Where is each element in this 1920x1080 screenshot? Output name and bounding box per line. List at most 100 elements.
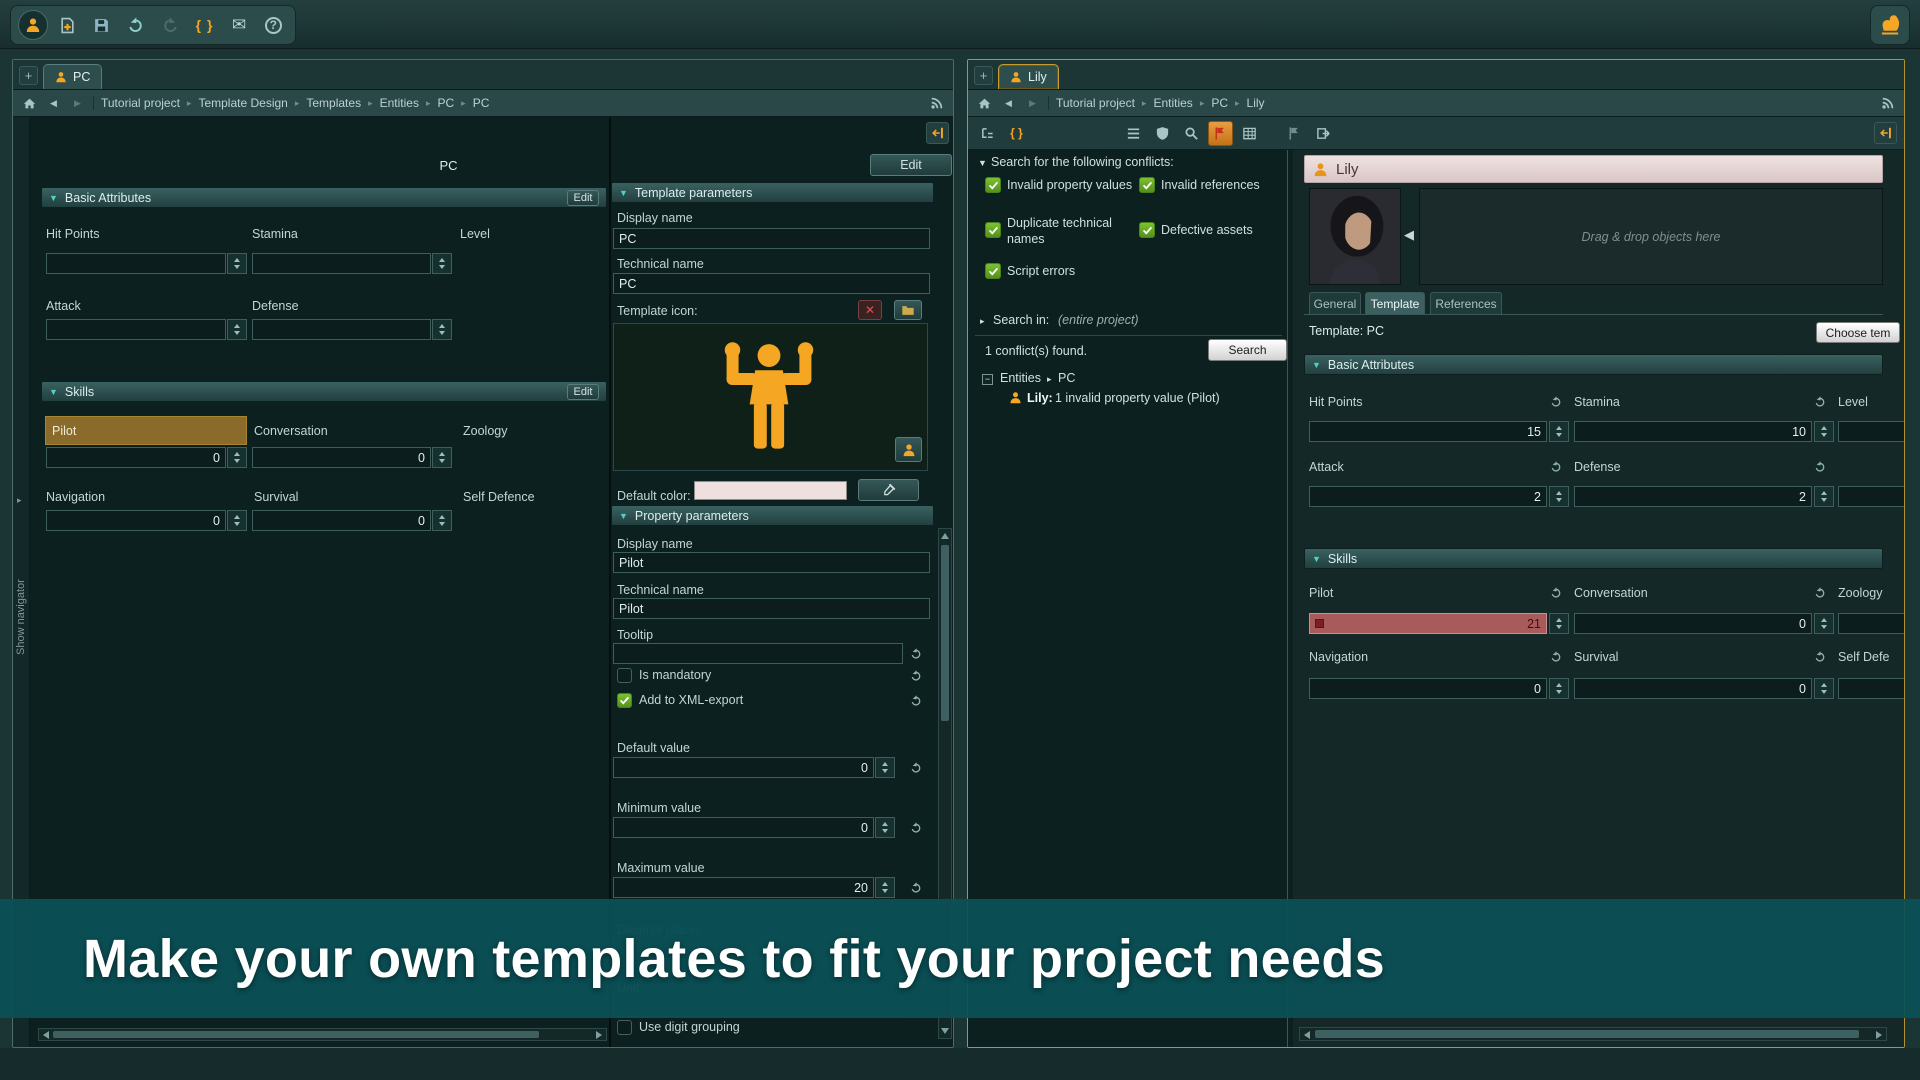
conflict-result-text[interactable]: 1 invalid property value (Pilot) (1055, 391, 1220, 407)
scroll-left-button[interactable] (43, 1031, 49, 1039)
reset-button[interactable] (1811, 649, 1828, 664)
breadcrumb-item[interactable]: PC (473, 96, 490, 110)
reset-button[interactable] (1547, 585, 1564, 600)
spinner-control[interactable] (227, 253, 247, 274)
spinner-control[interactable] (1549, 678, 1569, 699)
defense-input[interactable]: 2 (1574, 486, 1812, 507)
spinner-control[interactable] (432, 319, 452, 340)
zoology-input[interactable] (1838, 613, 1904, 634)
navigation-input[interactable]: 0 (46, 510, 226, 531)
defective-assets-checkbox[interactable] (1139, 222, 1155, 238)
breadcrumb-item[interactable]: PC (1211, 96, 1228, 110)
redo-button[interactable] (155, 9, 186, 41)
reset-button[interactable] (1547, 459, 1564, 474)
horizontal-scrollbar[interactable] (1299, 1027, 1887, 1041)
export-button[interactable] (1311, 121, 1336, 146)
feed-icon[interactable] (1879, 95, 1896, 112)
template-technical-name-input[interactable]: PC (613, 273, 930, 294)
scroll-up-button[interactable] (941, 533, 949, 539)
pilot-input-invalid[interactable]: 21 (1309, 613, 1547, 634)
defense-input[interactable] (252, 319, 431, 340)
basic-attributes-header[interactable]: ▼ Basic Attributes (1304, 354, 1883, 375)
auto-hide-pin-button[interactable] (1874, 122, 1897, 144)
xml-export-checkbox[interactable] (617, 693, 632, 708)
spinner-control[interactable] (875, 757, 895, 778)
search-scope-value[interactable]: (entire project) (1058, 313, 1139, 329)
marker-button[interactable] (1282, 121, 1307, 146)
expand-icon[interactable]: ▸ (980, 316, 985, 327)
maximum-value-input[interactable]: 20 (613, 877, 874, 898)
list-view-button[interactable] (1121, 121, 1146, 146)
feed-icon[interactable] (928, 95, 945, 112)
spinner-control[interactable] (1549, 486, 1569, 507)
survival-input[interactable]: 0 (1574, 678, 1812, 699)
tab-lily[interactable]: Lily (998, 64, 1059, 89)
spinner-control[interactable] (875, 817, 895, 838)
spinner-control[interactable] (875, 877, 895, 898)
hit-points-input[interactable]: 15 (1309, 421, 1547, 442)
reset-button[interactable] (907, 646, 924, 661)
help-button[interactable]: ? (258, 9, 289, 41)
property-display-name-input[interactable]: Pilot (613, 552, 930, 573)
edit-section-button[interactable]: Edit (567, 190, 599, 206)
reset-button[interactable] (907, 668, 924, 683)
breadcrumb-item[interactable]: Templates (306, 96, 361, 110)
tree-node-pc[interactable]: PC (1058, 371, 1075, 387)
breadcrumb-item[interactable]: Lily (1247, 96, 1265, 110)
save-button[interactable] (86, 9, 117, 41)
spinner-control[interactable] (1814, 486, 1834, 507)
home-button[interactable] (21, 95, 38, 112)
scroll-right-button[interactable] (1876, 1031, 1882, 1039)
template-display-name-input[interactable]: PC (613, 228, 930, 249)
collapse-icon[interactable]: ▼ (978, 158, 987, 168)
forward-button[interactable]: ▶ (1024, 95, 1041, 112)
reset-button[interactable] (907, 760, 924, 775)
property-technical-name-input[interactable]: Pilot (613, 598, 930, 619)
undo-button[interactable] (120, 9, 151, 41)
entity-portrait[interactable] (1309, 188, 1401, 285)
pilot-input[interactable]: 0 (46, 447, 226, 468)
scroll-right-button[interactable] (596, 1031, 602, 1039)
forward-button[interactable]: ▶ (69, 95, 86, 112)
reset-button[interactable] (1811, 585, 1828, 600)
breadcrumb-item[interactable]: Entities (380, 96, 419, 110)
default-color-swatch[interactable] (694, 481, 847, 500)
tree-collapse-toggle[interactable]: − (982, 374, 993, 385)
spinner-control[interactable] (227, 319, 247, 340)
hit-points-input[interactable] (46, 253, 226, 274)
tab-references[interactable]: References (1430, 292, 1502, 315)
new-tab-button[interactable]: + (974, 66, 993, 85)
selected-property-pilot[interactable]: Pilot (45, 416, 247, 445)
edit-section-button[interactable]: Edit (567, 384, 599, 400)
search-button[interactable]: Search (1208, 339, 1287, 361)
spinner-control[interactable] (1814, 421, 1834, 442)
self-defence-input[interactable] (1838, 678, 1904, 699)
reset-button[interactable] (907, 880, 924, 895)
new-document-button[interactable] (51, 9, 82, 41)
reset-button[interactable] (907, 820, 924, 835)
digit-grouping-checkbox[interactable] (617, 1020, 632, 1035)
tooltip-input[interactable] (613, 643, 903, 664)
attack-input[interactable]: 2 (1309, 486, 1547, 507)
basic-attributes-header[interactable]: ▼ Basic Attributes Edit (41, 187, 607, 208)
stamina-input[interactable]: 10 (1574, 421, 1812, 442)
tree-node-entities[interactable]: Entities (1000, 371, 1041, 387)
drag-drop-zone[interactable]: Drag & drop objects here (1419, 188, 1883, 285)
reset-button[interactable] (1547, 394, 1564, 409)
conflict-result-name[interactable]: Lily: (1027, 391, 1053, 407)
new-tab-button[interactable]: + (19, 66, 38, 85)
script-errors-checkbox[interactable] (985, 263, 1001, 279)
tab-general[interactable]: General (1309, 292, 1361, 315)
home-button[interactable] (976, 95, 993, 112)
default-value-input[interactable]: 0 (613, 757, 874, 778)
stamina-input[interactable] (252, 253, 431, 274)
tab-pc[interactable]: PC (43, 64, 102, 89)
spinner-control[interactable] (432, 253, 452, 274)
breadcrumb-item[interactable]: Template Design (198, 96, 287, 110)
is-mandatory-checkbox[interactable] (617, 668, 632, 683)
breadcrumb-item[interactable]: Tutorial project (101, 96, 180, 110)
browse-icon-button[interactable] (894, 300, 922, 320)
scroll-down-button[interactable] (941, 1028, 949, 1034)
table-view-button[interactable] (1237, 121, 1262, 146)
choose-template-button[interactable]: Choose tem (1816, 322, 1900, 343)
